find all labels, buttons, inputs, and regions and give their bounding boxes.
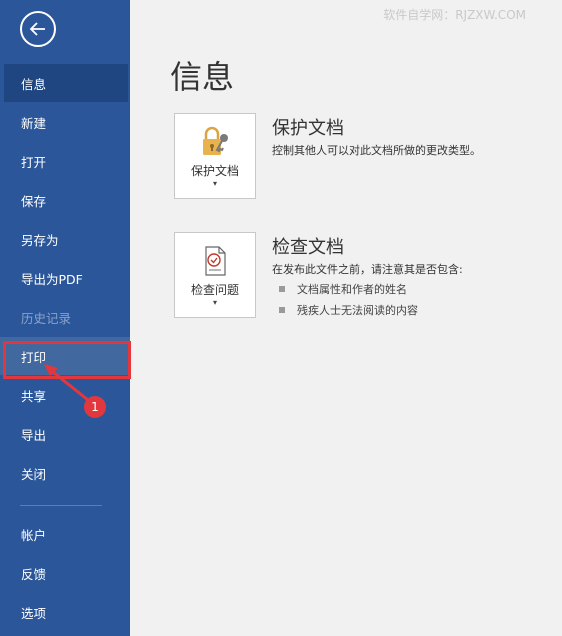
inspect-document-icon xyxy=(205,246,226,276)
arrow-left-icon xyxy=(29,22,45,36)
nav-open[interactable]: 打开 xyxy=(0,142,130,180)
nav-account[interactable]: 帐户 xyxy=(0,515,130,553)
inspect-document-title: 检查文档 xyxy=(272,237,344,258)
inspect-bullet: 残疾人士无法阅读的内容 xyxy=(279,302,418,318)
check-issues-button[interactable]: 检查问题 ▾ xyxy=(174,232,256,318)
chevron-down-icon: ▾ xyxy=(212,179,217,188)
backstage-sidebar: 信息 新建 打开 保存 另存为 导出为PDF 历史记录 打印 共享 导出 关闭 … xyxy=(0,0,130,636)
annotation-step-badge: 1 xyxy=(84,396,106,418)
nav-feedback[interactable]: 反馈 xyxy=(0,554,130,592)
nav-export-pdf[interactable]: 导出为PDF xyxy=(0,259,130,297)
inspect-bullet-text: 文档属性和作者的姓名 xyxy=(297,283,407,296)
bullet-square-icon xyxy=(279,307,285,313)
nav-save-as[interactable]: 另存为 xyxy=(0,220,130,258)
protect-document-title: 保护文档 xyxy=(272,118,344,139)
chevron-down-icon: ▾ xyxy=(212,298,217,307)
nav-close[interactable]: 关闭 xyxy=(0,454,130,492)
inspect-bullet-text: 残疾人士无法阅读的内容 xyxy=(297,304,418,317)
protect-document-desc: 控制其他人可以对此文档所做的更改类型。 xyxy=(272,144,481,157)
bullet-square-icon xyxy=(279,286,285,292)
inspect-document-desc: 在发布此文件之前，请注意其是否包含: xyxy=(272,263,463,276)
nav-options[interactable]: 选项 xyxy=(0,593,130,631)
lock-key-icon xyxy=(203,126,228,155)
page-title: 信息 xyxy=(170,58,235,96)
nav-new[interactable]: 新建 xyxy=(0,103,130,141)
nav-history: 历史记录 xyxy=(21,310,72,326)
inspect-bullet: 文档属性和作者的姓名 xyxy=(279,281,407,297)
check-issues-tile-label: 检查问题 xyxy=(190,283,239,297)
protect-document-tile-label: 保护文档 xyxy=(190,164,239,178)
sidebar-divider xyxy=(20,505,102,506)
nav-export[interactable]: 导出 xyxy=(0,415,130,453)
watermark: 软件自学网：RJZXW.COM xyxy=(383,8,526,22)
nav-save[interactable]: 保存 xyxy=(0,181,130,219)
protect-document-button[interactable]: 保护文档 ▾ xyxy=(174,113,256,199)
nav-info[interactable]: 信息 xyxy=(4,64,128,102)
back-button[interactable] xyxy=(20,11,56,47)
